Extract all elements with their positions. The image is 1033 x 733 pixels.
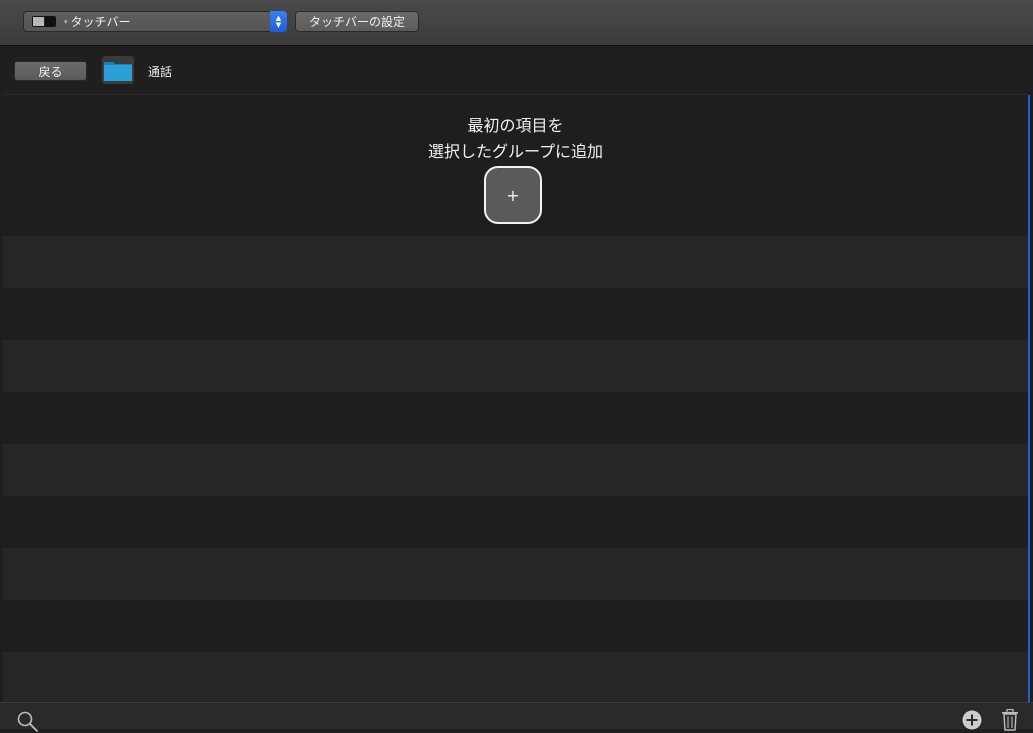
list-row	[3, 236, 1028, 288]
trash-icon[interactable]	[1001, 709, 1019, 731]
back-button[interactable]: 戻る	[14, 61, 87, 81]
group-title: 通話	[148, 65, 173, 79]
list-row	[3, 340, 1028, 392]
empty-state-message: 最初の項目を 選択したグループに追加	[3, 113, 1028, 165]
list-row	[3, 600, 1028, 652]
list-row	[3, 392, 1028, 444]
selection-edge	[1028, 95, 1030, 702]
small-triangle-icon: ▾	[64, 17, 68, 26]
empty-message-line1: 最初の項目を	[467, 116, 564, 135]
folder-icon	[102, 56, 134, 84]
add-first-item-button[interactable]: +	[484, 166, 542, 224]
bottom-bar	[0, 702, 1033, 732]
list-row	[3, 652, 1028, 702]
search-icon[interactable]	[17, 711, 39, 733]
empty-message-line2: 選択したグループに追加	[427, 142, 604, 161]
plus-circle-icon[interactable]	[962, 710, 982, 730]
list-row	[3, 548, 1028, 600]
group-nav-bar: 戻る 通話	[3, 47, 1028, 95]
items-list: 最初の項目を 選択したグループに追加 +	[3, 95, 1028, 702]
popup-stepper-icon[interactable]: ▲ ▼	[270, 11, 287, 32]
touch-bar-icon	[32, 16, 56, 27]
list-row	[3, 288, 1028, 340]
touchbar-settings-button[interactable]: タッチバーの設定	[295, 11, 419, 32]
list-row	[3, 496, 1028, 548]
preset-popup-label: タッチバー	[70, 15, 131, 29]
touchbar-preset-popup[interactable]: ▾ タッチバー ▲ ▼	[23, 11, 287, 32]
list-row	[3, 444, 1028, 496]
top-toolbar: ▾ タッチバー ▲ ▼ タッチバーの設定	[0, 0, 1033, 46]
